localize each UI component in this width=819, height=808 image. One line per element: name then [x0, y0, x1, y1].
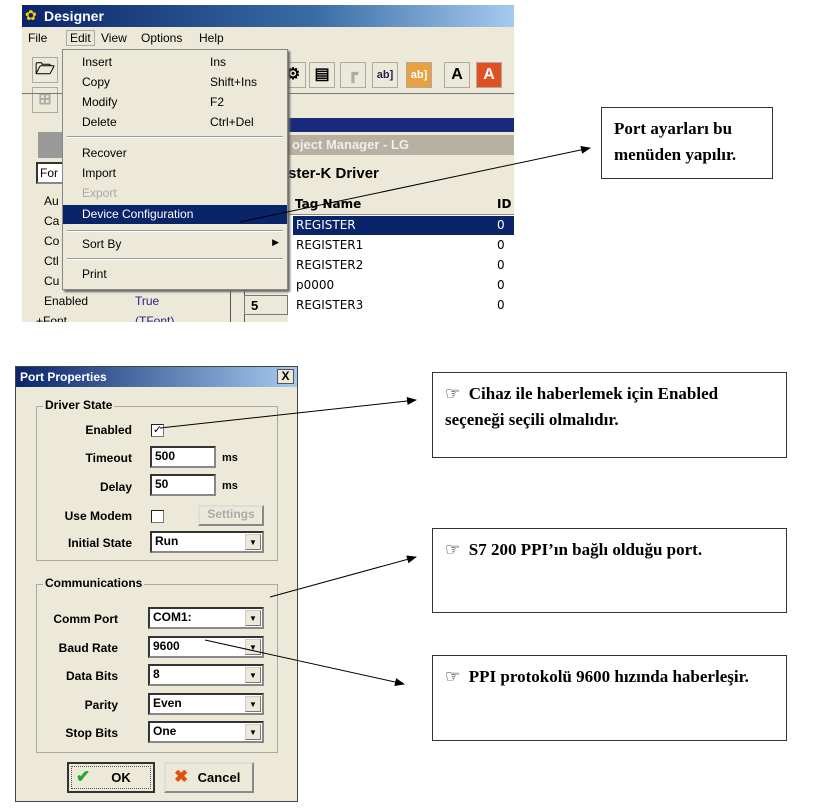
annotation-arrows — [159, 145, 591, 686]
arrow — [269, 555, 417, 598]
arrow — [204, 639, 405, 686]
arrow — [159, 397, 417, 429]
arrow — [239, 145, 591, 223]
